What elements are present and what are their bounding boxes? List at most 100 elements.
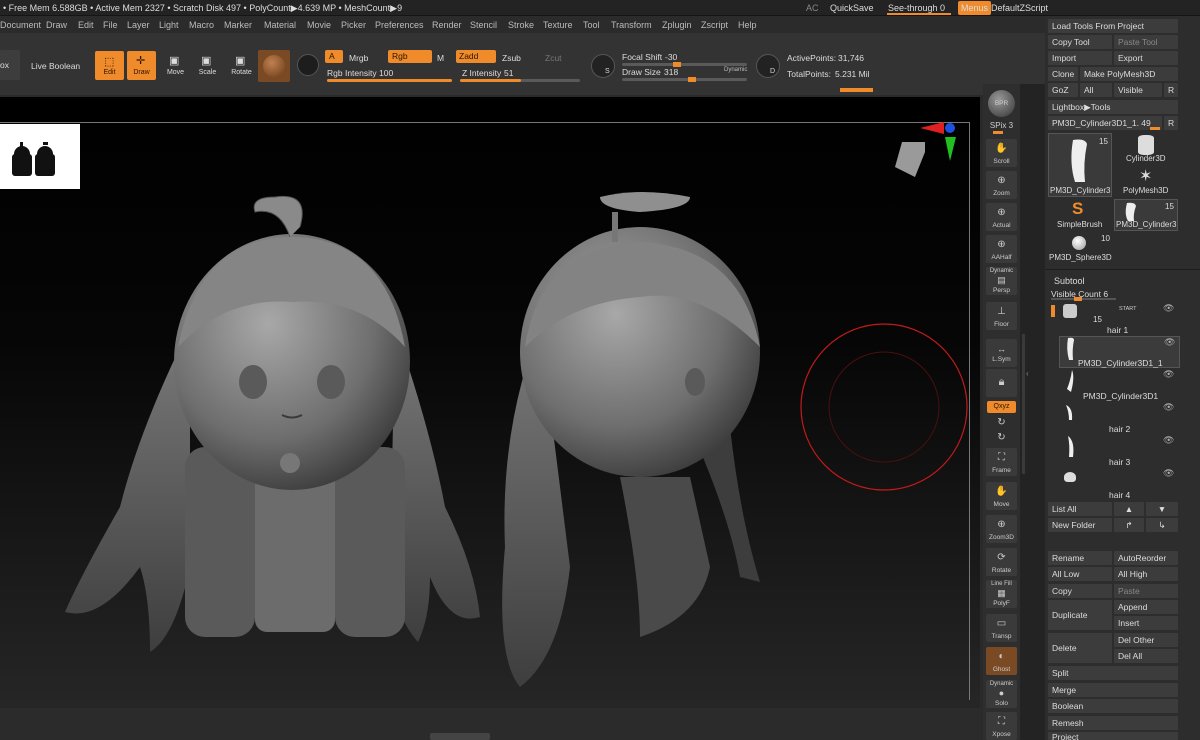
subtool-row-6[interactable]: 👁︎ hair 4	[1059, 468, 1180, 500]
autoreorder-button[interactable]: AutoReorder	[1114, 551, 1178, 565]
menu-picker[interactable]: Picker	[341, 20, 366, 30]
lock-button[interactable]: 🔒︎	[986, 369, 1017, 397]
tool-thumb-polymesh3d[interactable]: ✶ PolyMesh3D	[1114, 166, 1178, 198]
menu-edit[interactable]: Edit	[78, 20, 94, 30]
menu-marker[interactable]: Marker	[224, 20, 252, 30]
material-button[interactable]	[258, 50, 290, 82]
bottom-tray-toggle[interactable]	[430, 733, 490, 740]
remesh-button[interactable]: Remesh	[1048, 716, 1178, 730]
transp-button[interactable]: ▭ Transp	[986, 614, 1017, 642]
draw-button[interactable]: ✛ Draw	[127, 51, 156, 80]
split-button[interactable]: Split	[1048, 666, 1178, 680]
zoom-button[interactable]: ⊕ Zoom	[986, 171, 1017, 199]
see-through-slider[interactable]	[887, 13, 951, 15]
copy-subtool-button[interactable]: Copy	[1048, 584, 1112, 598]
tool-thumb-pm3d-cylinder[interactable]: 15 PM3D_Cylinder3	[1048, 133, 1112, 197]
zsub-button[interactable]: Zsub	[502, 53, 521, 63]
menu-render[interactable]: Render	[432, 20, 462, 30]
menu-material[interactable]: Material	[264, 20, 296, 30]
list-all-button[interactable]: List All	[1048, 502, 1112, 516]
brush-d-icon[interactable]: D	[756, 54, 780, 78]
copy-tool-button[interactable]: Copy Tool	[1048, 35, 1112, 49]
duplicate-button[interactable]: Duplicate	[1048, 600, 1112, 630]
rotate-view-button[interactable]: ⟳ Rotate	[986, 548, 1017, 576]
clone-button[interactable]: Clone	[1048, 67, 1078, 81]
menu-transform[interactable]: Transform	[611, 20, 652, 30]
import-button[interactable]: Import	[1048, 51, 1112, 65]
rename-button[interactable]: Rename	[1048, 551, 1112, 565]
move-in-button[interactable]: ↳	[1146, 518, 1178, 532]
focal-shift-slider[interactable]	[622, 63, 747, 66]
rgb-intensity-slider[interactable]	[327, 79, 452, 82]
all-low-button[interactable]: All Low	[1048, 567, 1112, 581]
subtool-row-5[interactable]: 👁︎ hair 3	[1059, 435, 1180, 467]
zcut-button[interactable]: Zcut	[545, 53, 562, 63]
menu-document[interactable]: Document	[0, 20, 41, 30]
new-folder-button[interactable]: New Folder	[1048, 518, 1112, 532]
menu-preferences[interactable]: Preferences	[375, 20, 424, 30]
merge-button[interactable]: Merge	[1048, 683, 1178, 697]
rotate-y-icon[interactable]: ↻	[983, 417, 1020, 428]
move-button[interactable]: ▣ Move	[161, 51, 190, 80]
live-boolean-button[interactable]: Live Boolean	[31, 61, 80, 71]
current-tool-handle[interactable]	[1150, 127, 1160, 130]
visible-count-slider[interactable]	[1051, 298, 1116, 300]
current-tool-r-button[interactable]: R	[1164, 116, 1178, 130]
move-down-button[interactable]: ▼	[1146, 502, 1178, 516]
ox-button[interactable]: ox	[0, 50, 20, 80]
load-tools-button[interactable]: Load Tools From Project	[1048, 19, 1178, 33]
subtool-row-2-selected[interactable]: 👁︎ PM3D_Cylinder3D1_1	[1059, 336, 1180, 368]
subtool-row-3[interactable]: 👁︎ PM3D_Cylinder3D1	[1059, 369, 1180, 401]
goz-r-button[interactable]: R	[1164, 83, 1178, 97]
z-intensity-slider[interactable]	[460, 79, 580, 82]
mrgb-button[interactable]: Mrgb	[349, 53, 368, 63]
spix-slider[interactable]	[993, 131, 1003, 134]
export-button[interactable]: Export	[1114, 51, 1178, 65]
rotate-z-icon[interactable]: ↻	[983, 432, 1020, 443]
tool-thumb-pm3d-cylinder-2[interactable]: 15 PM3D_Cylinder3	[1114, 199, 1178, 231]
menu-help[interactable]: Help	[738, 20, 757, 30]
del-other-button[interactable]: Del Other	[1114, 633, 1178, 647]
insert-button[interactable]: Insert	[1114, 616, 1178, 630]
visible-count-handle[interactable]	[1074, 297, 1082, 301]
floor-button[interactable]: ⊥ Floor	[986, 302, 1017, 330]
tray-scrollbar[interactable]	[1022, 334, 1025, 474]
current-tool-slider[interactable]: PM3D_Cylinder3D1_1. 49	[1048, 116, 1162, 130]
eye-icon[interactable]: 👁︎	[1164, 337, 1175, 348]
menu-light[interactable]: Light	[159, 20, 179, 30]
scale-button[interactable]: ▣ Scale	[193, 51, 222, 80]
scroll-button[interactable]: ✋ Scroll	[986, 139, 1017, 167]
subtool-row-4[interactable]: 👁︎ hair 2	[1059, 402, 1180, 434]
menu-file[interactable]: File	[103, 20, 118, 30]
goz-all-button[interactable]: All	[1080, 83, 1112, 97]
menu-tool[interactable]: Tool	[583, 20, 600, 30]
eye-icon[interactable]: 👁︎	[1163, 303, 1174, 314]
spix-label[interactable]: SPix 3	[983, 121, 1020, 130]
collapse-arrow-icon[interactable]: ‹	[1026, 369, 1029, 378]
eye-icon[interactable]: 👁︎	[1163, 402, 1174, 413]
eye-icon[interactable]: 👁︎	[1163, 369, 1174, 380]
draw-size-slider[interactable]	[622, 78, 747, 81]
goz-button[interactable]: GoZ	[1048, 83, 1078, 97]
draw-size-handle[interactable]	[688, 77, 696, 82]
rotate-button[interactable]: ▣ Rotate	[227, 51, 256, 80]
subtool-header[interactable]: Subtool	[1054, 276, 1085, 286]
goz-visible-button[interactable]: Visible	[1114, 83, 1162, 97]
tool-thumb-cylinder3d[interactable]: Cylinder3D	[1114, 133, 1178, 165]
tool-thumb-pm3d-sphere[interactable]: 10 PM3D_Sphere3D	[1048, 232, 1112, 264]
bpr-button[interactable]: BPR	[988, 90, 1015, 117]
aahalf-button[interactable]: ⊕ AAHalf	[986, 235, 1017, 263]
solo-button[interactable]: Dynamic ● Solo	[986, 680, 1017, 708]
orientation-gizmo[interactable]	[895, 122, 956, 177]
move-out-button[interactable]: ↱	[1114, 518, 1144, 532]
persp-button[interactable]: Dynamic ▤ Persp	[986, 267, 1017, 295]
menu-zplugin[interactable]: Zplugin	[662, 20, 692, 30]
del-all-button[interactable]: Del All	[1114, 649, 1178, 663]
quicksave-button[interactable]: QuickSave	[830, 3, 874, 13]
menu-texture[interactable]: Texture	[543, 20, 573, 30]
zoom3d-button[interactable]: ⊕ Zoom3D	[986, 515, 1017, 543]
brush-s-icon[interactable]: S	[591, 54, 615, 78]
menu-layer[interactable]: Layer	[127, 20, 150, 30]
paste-subtool-button[interactable]: Paste	[1114, 584, 1178, 598]
delete-button[interactable]: Delete	[1048, 633, 1112, 663]
